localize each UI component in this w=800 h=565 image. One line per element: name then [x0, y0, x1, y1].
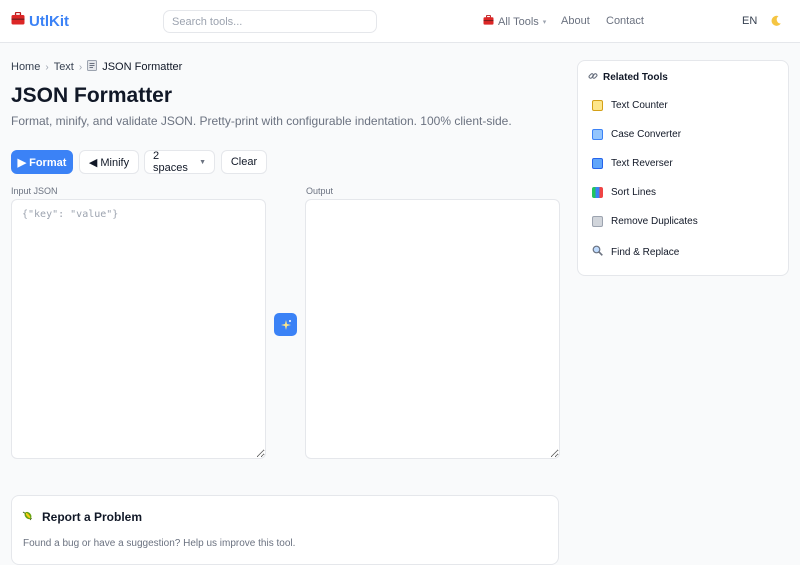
page-title: JSON Formatter [11, 84, 173, 107]
search-input[interactable] [163, 10, 377, 33]
report-subtitle: Found a bug or have a suggestion? Help u… [23, 538, 296, 549]
related-item-label: Text Counter [611, 100, 668, 111]
reverse-icon [592, 158, 603, 169]
nav-all-tools-label: All Tools [498, 15, 539, 28]
related-item-label: Remove Duplicates [611, 216, 698, 227]
indent-select[interactable]: 2 spaces ▼ [144, 150, 215, 174]
link-icon [588, 71, 598, 84]
indent-select-value: 2 spaces [153, 150, 188, 174]
toolbox-icon [483, 14, 494, 28]
bar-chart-icon [592, 187, 603, 198]
report-title-label: Report a Problem [42, 509, 143, 524]
chevron-down-icon: ▼ [199, 158, 206, 166]
nav-all-tools[interactable]: All Tools ▾ [483, 14, 547, 28]
nav-about[interactable]: About [561, 15, 590, 27]
report-problem-card: Report a Problem Found a bug or have a s… [11, 495, 559, 565]
abc-icon [592, 129, 603, 140]
json-output-textarea[interactable] [305, 199, 560, 459]
related-tools-title: Related Tools [588, 71, 668, 84]
input-label: Input JSON [11, 186, 58, 196]
bug-icon [22, 509, 34, 524]
breadcrumb-current: JSON Formatter [87, 60, 182, 74]
logo-text: UtlKit [29, 12, 69, 30]
toolbox-icon [11, 11, 25, 30]
chevron-right-icon: › [45, 61, 49, 73]
magnifier-icon [592, 245, 603, 259]
related-tools-title-label: Related Tools [603, 72, 668, 83]
related-item-label: Text Reverser [611, 158, 673, 169]
related-item-find-replace[interactable]: Find & Replace [592, 245, 679, 259]
breadcrumb-home[interactable]: Home [11, 61, 40, 73]
chevron-right-icon: › [78, 61, 83, 73]
memo-icon [592, 100, 603, 111]
trash-icon [592, 216, 603, 227]
top-navbar: UtlKit All Tools ▾ About Contact EN [0, 0, 800, 43]
related-tools-panel: Related Tools Text Counter Case Converte… [577, 60, 789, 276]
related-item-case-converter[interactable]: Case Converter [592, 129, 681, 140]
breadcrumb-current-label: JSON Formatter [102, 61, 183, 73]
format-button[interactable]: ▶ Format [11, 150, 73, 174]
breadcrumb-category[interactable]: Text [54, 61, 74, 73]
related-item-label: Case Converter [611, 129, 682, 140]
report-title: Report a Problem [22, 509, 142, 524]
related-item-sort-lines[interactable]: Sort Lines [592, 187, 656, 198]
output-label: Output [306, 186, 334, 196]
related-item-label: Sort Lines [611, 187, 657, 198]
related-item-remove-duplicates[interactable]: Remove Duplicates [592, 216, 698, 227]
nav-contact[interactable]: Contact [606, 15, 644, 27]
logo[interactable]: UtlKit [11, 11, 69, 30]
clear-button[interactable]: Clear [221, 150, 267, 174]
json-input-textarea[interactable] [11, 199, 266, 459]
related-item-label: Find & Replace [611, 246, 680, 258]
related-item-text-reverser[interactable]: Text Reverser [592, 158, 673, 169]
minify-button[interactable]: ◀ Minify [79, 150, 139, 174]
breadcrumb: Home › Text › JSON Formatter [11, 60, 182, 74]
language-switcher[interactable]: EN [742, 15, 757, 27]
moon-icon[interactable] [770, 14, 782, 32]
sparkle-icon[interactable] [274, 313, 297, 336]
document-icon [87, 60, 98, 74]
chevron-down-icon: ▾ [542, 18, 547, 26]
page-subtitle: Format, minify, and validate JSON. Prett… [11, 114, 512, 128]
related-item-text-counter[interactable]: Text Counter [592, 100, 668, 111]
